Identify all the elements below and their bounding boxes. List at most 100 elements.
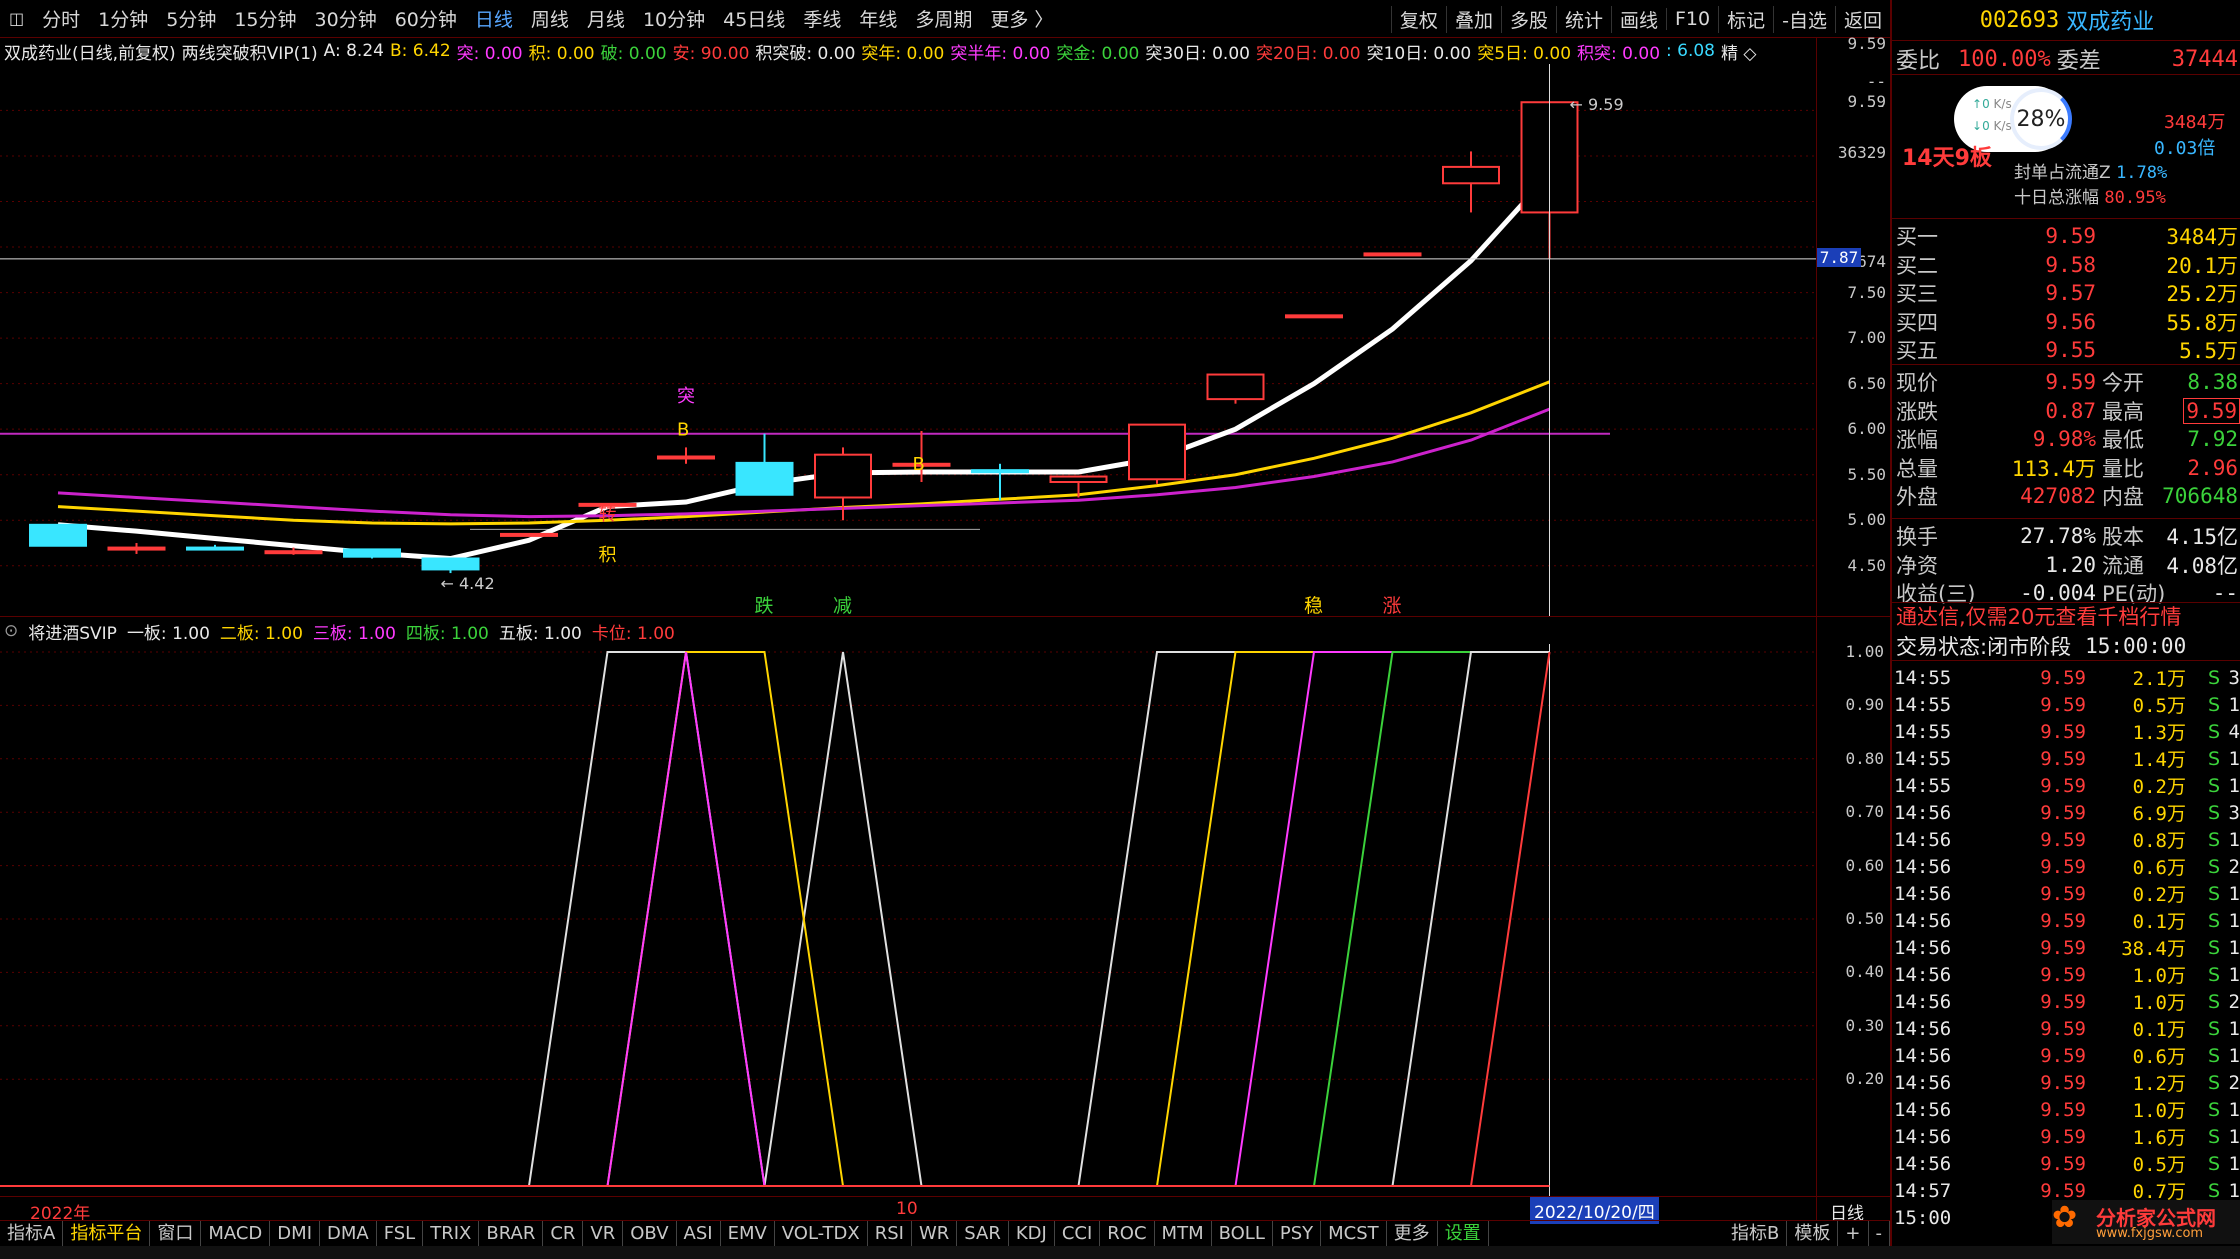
indicator-tab-22[interactable]: BOLL (1212, 1220, 1273, 1247)
indicator-tab-14[interactable]: VOL-TDX (775, 1220, 868, 1247)
indicator-tab-11[interactable]: OBV (623, 1220, 677, 1247)
stock-title: 002693 双成药业 (1892, 6, 2240, 36)
flower-icon: ✿ (2052, 1200, 2078, 1235)
period-tab-3[interactable]: 15分钟 (225, 5, 305, 32)
indicator-tab-15[interactable]: RSI (868, 1220, 912, 1247)
toolbar-right-item-6[interactable]: 标记 (1718, 5, 1773, 33)
sub-indicator-chart[interactable] (0, 644, 1816, 1196)
ma-line-white (57, 172, 1552, 562)
tick-row-3: 14:55 9.59 1.4万 S 1 (1892, 745, 2240, 772)
indicator-tab-20[interactable]: ROC (1100, 1220, 1155, 1247)
period-tab-0[interactable]: 分时 (33, 5, 89, 32)
tick-count: 1 (2228, 936, 2240, 959)
tick-count: 1 (2228, 1152, 2240, 1175)
indicator-tab-19[interactable]: CCI (1055, 1220, 1101, 1247)
indicator-tab-23[interactable]: PSY (1273, 1220, 1322, 1247)
candle-15[interactable] (1206, 373, 1265, 404)
info-item-1: 两线突破积VIP(1) (181, 43, 318, 64)
candle-1[interactable] (107, 543, 166, 554)
period-tab-5[interactable]: 60分钟 (386, 5, 466, 32)
toolbar-right-item-4[interactable]: 画线 (1610, 5, 1666, 33)
indicator-tab-25[interactable]: 更多 (1387, 1220, 1438, 1247)
tick-price: 9.59 (2040, 828, 2086, 851)
upgrade-ad[interactable]: 通达信,仅需20元查看千档行情 (1892, 602, 2240, 630)
candle-12[interactable] (971, 463, 1029, 501)
indicator-tab-3[interactable]: MACD (201, 1220, 271, 1247)
period-tab-8[interactable]: 月线 (578, 5, 634, 32)
toolbar-right-item-1[interactable]: 叠加 (1445, 5, 1501, 33)
indicator-tab-7[interactable]: TRIX (423, 1220, 480, 1247)
candle-17[interactable] (1363, 252, 1422, 257)
quote-row-1: 涨跌 0.87 最高 9.59 (1892, 397, 2240, 425)
tick-side: S (2207, 720, 2220, 743)
indicator-tab-21[interactable]: MTM (1155, 1220, 1212, 1247)
candle-5[interactable] (421, 557, 480, 574)
quote-panel: 002693 双成药业 委比 100.00% 委差 37444 ↑0 K/s ↓… (1890, 0, 2240, 1246)
candle-8[interactable] (657, 447, 715, 464)
indicator-tab-10[interactable]: VR (583, 1220, 624, 1247)
speed-percent: 28% (2010, 88, 2072, 150)
bottom-right-tab-0[interactable]: 指标B (1724, 1220, 1788, 1247)
bottom-right-tab-2[interactable]: + (1838, 1220, 1869, 1247)
tick-time: 14:56 (1894, 1044, 1952, 1067)
info-item-2: A: 8.24 (323, 41, 384, 61)
period-tab-2[interactable]: 5分钟 (157, 5, 225, 32)
indicator-tab-24[interactable]: MCST (1321, 1220, 1387, 1247)
candle-4[interactable] (343, 548, 401, 559)
period-tab-13[interactable]: 多周期 (906, 5, 981, 32)
indicator-tab-5[interactable]: DMA (320, 1220, 377, 1247)
indicator-tab-1[interactable]: 指标平台 (63, 1220, 151, 1247)
period-tab-9[interactable]: 10分钟 (634, 5, 714, 32)
quote-label-2: 最低 (2102, 428, 2144, 452)
tick-price: 9.59 (2040, 882, 2086, 905)
candle-6[interactable] (500, 532, 558, 537)
candle-14[interactable] (1128, 423, 1186, 484)
period-tab-12[interactable]: 年线 (850, 5, 906, 32)
period-tab-1[interactable]: 1分钟 (89, 5, 157, 32)
toolbar-right-item-2[interactable]: 多股 (1500, 5, 1556, 33)
indicator-tab-2[interactable]: 窗口 (150, 1220, 202, 1247)
toolbar-right-item-7[interactable]: -自选 (1773, 5, 1835, 33)
candle-9[interactable] (735, 433, 794, 496)
tick-side: S (2207, 1071, 2220, 1094)
toolbar-right-item-3[interactable]: 统计 (1555, 5, 1611, 33)
indicator-tab-18[interactable]: KDJ (1009, 1220, 1055, 1247)
indicator-tab-4[interactable]: DMI (270, 1220, 320, 1247)
period-tab-10[interactable]: 45日线 (714, 5, 794, 32)
watermark-url: www.fxjgsw.com (2096, 1226, 2204, 1241)
toolbar-right-item-0[interactable]: 复权 (1390, 5, 1446, 33)
indicator-tab-12[interactable]: ASI (677, 1220, 721, 1247)
candle-2[interactable] (186, 544, 244, 551)
window-menu-icon[interactable]: ◫ (0, 9, 33, 28)
indicator-tab-17[interactable]: SAR (957, 1220, 1009, 1247)
period-tab-6[interactable]: 日线 (466, 5, 522, 32)
candle-13[interactable] (1049, 475, 1108, 498)
candle-body-2 (186, 546, 244, 551)
bottom-right-tab-3[interactable]: - (1869, 1220, 1890, 1247)
fin-row-1: 净资 1.20 流通 4.08亿 (1892, 551, 2240, 579)
period-tab-11[interactable]: 季线 (794, 5, 850, 32)
indicator-tab-13[interactable]: EMV (721, 1220, 775, 1247)
period-tab-14[interactable]: 更多 〉 (981, 5, 1062, 32)
indicator-tab-9[interactable]: CR (543, 1220, 584, 1247)
candle-18[interactable] (1442, 151, 1500, 213)
bid-price: 9.56 (2045, 309, 2096, 334)
candle-0[interactable] (29, 523, 87, 547)
indicator-tab-16[interactable]: WR (912, 1220, 958, 1247)
indicator-tab-8[interactable]: BRAR (479, 1220, 544, 1247)
indicator-tab-6[interactable]: FSL (377, 1220, 424, 1247)
indicator-tab-0[interactable]: 指标A (0, 1220, 64, 1247)
candlestick-chart[interactable]: ← 9.59← 4.42突B积B转跌减稳涨 (0, 64, 1816, 616)
x-label-month: 10 (896, 1199, 918, 1219)
indicator-tab-26[interactable]: 设置 (1438, 1220, 1489, 1247)
collapse-icon[interactable]: ⊙ (4, 621, 18, 641)
toolbar-right-item-8[interactable]: 返回 (1834, 5, 1890, 33)
tick-count: 3 (2228, 666, 2240, 689)
toolbar-right-item-5[interactable]: F10 (1666, 8, 1718, 30)
period-tab-7[interactable]: 周线 (522, 5, 578, 32)
tick-side: S (2207, 855, 2220, 878)
candle-16[interactable] (1285, 314, 1343, 319)
bottom-right-tab-1[interactable]: 模板 (1787, 1220, 1839, 1247)
weicha-label: 委差 (2056, 49, 2101, 74)
period-tab-4[interactable]: 30分钟 (306, 5, 386, 32)
